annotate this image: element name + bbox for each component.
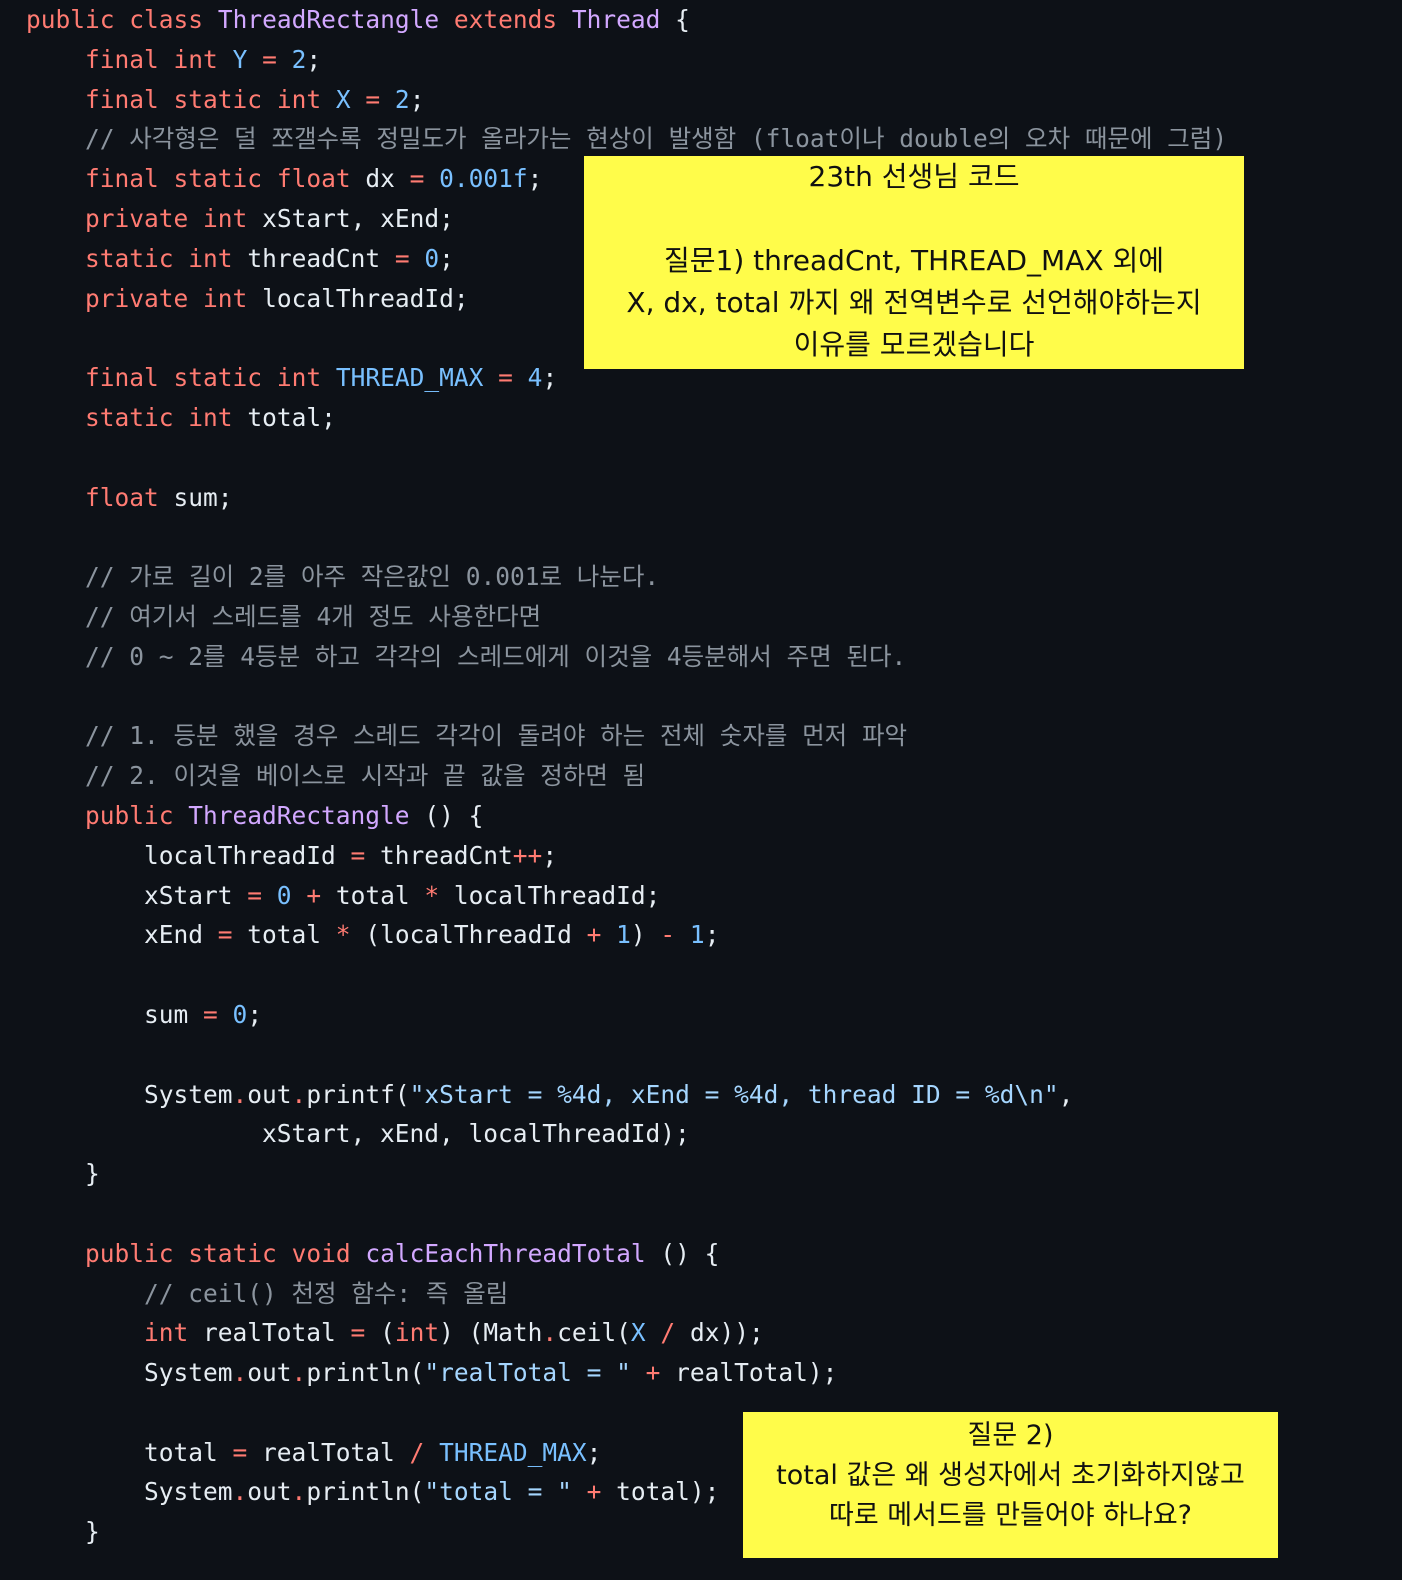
note-line: total 값은 왜 생성자에서 초기화하지않고 <box>776 1460 1245 1491</box>
code-line: final static int X = 2; <box>85 84 425 114</box>
code-line: // 가로 길이 2를 아주 작은값인 0.001로 나눈다. <box>85 562 660 592</box>
code-line: static int total; <box>85 402 336 432</box>
code-line: int realTotal = (int) (Math.ceil(X / dx)… <box>144 1318 764 1348</box>
code-line: float sum; <box>85 482 233 512</box>
note-line <box>584 198 1244 240</box>
sticky-note-question-1: 23th 선생님 코드 질문1) threadCnt, THREAD_MAX 외… <box>584 156 1244 369</box>
sticky-note-question-2: 질문 2) total 값은 왜 생성자에서 초기화하지않고 따로 메서드를 만… <box>743 1412 1278 1558</box>
note-line: X, dx, total 까지 왜 전역변수로 선언해야하는지 <box>626 286 1202 319</box>
code-line: // 2. 이것을 베이스로 시작과 끝 값을 정하면 됨 <box>85 761 646 791</box>
note-line: 따로 메서드를 만들어야 하나요? <box>829 1500 1192 1531</box>
code-line: } <box>26 1159 100 1189</box>
code-line: public ThreadRectangle () { <box>85 800 484 830</box>
code-line: public class ThreadRectangle extends Thr… <box>26 5 690 34</box>
code-line: // ceil() 천정 함수: 즉 올림 <box>144 1278 509 1308</box>
code-line: public static void calcEachThreadTotal (… <box>85 1238 720 1268</box>
code-line: // 여기서 스레드를 4개 정도 사용한다면 <box>85 601 542 631</box>
code-line: final int Y = 2; <box>85 44 322 74</box>
code-line: xEnd = total * (localThreadId + 1) - 1; <box>26 920 720 950</box>
code-line: System.out.printf("xStart = %4d, xEnd = … <box>26 1079 1074 1109</box>
code-line: localThreadId = threadCnt++; <box>26 840 558 870</box>
note-line: 이유를 모르겠습니다 <box>793 328 1035 361</box>
note-line: 질문1) threadCnt, THREAD_MAX 외에 <box>664 244 1164 277</box>
note-line: 23th 선생님 코드 <box>808 160 1020 193</box>
note-line: 질문 2) <box>967 1420 1054 1451</box>
code-line: xStart = 0 + total * localThreadId; <box>26 880 661 910</box>
code-line: // 0 ~ 2를 4등분 하고 각각의 스레드에게 이것을 4등분해서 주면 … <box>85 641 907 671</box>
code-line: sum = 0; <box>26 999 263 1029</box>
code-line: // 사각형은 덜 쪼갤수록 정밀도가 올라가는 현상이 발생함 (float이… <box>85 124 1228 154</box>
code-line: xStart, xEnd, localThreadId); <box>26 1119 690 1149</box>
code-line: System.out.println("realTotal = " + real… <box>26 1358 838 1388</box>
code-line: // 1. 등분 했을 경우 스레드 각각이 돌려야 하는 전체 숫자를 먼저 … <box>85 721 908 751</box>
